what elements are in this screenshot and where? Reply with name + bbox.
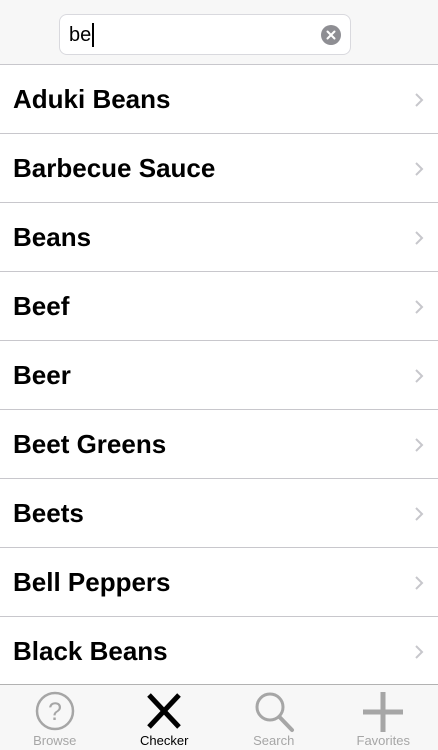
list-item-label: Beans — [13, 222, 92, 252]
chevron-right-icon — [414, 575, 424, 591]
list-item[interactable]: Bell Peppers — [0, 548, 438, 617]
list-item-label: Black Beans — [13, 636, 168, 666]
list-item-label: Beef — [13, 291, 70, 321]
chevron-right-icon — [414, 161, 424, 177]
list-item-label: Beer — [13, 360, 71, 390]
magnifier-icon — [252, 690, 296, 734]
tab-browse[interactable]: ? Browse — [0, 685, 110, 750]
tab-label: Checker — [140, 733, 189, 748]
results-list: Aduki Beans Barbecue Sauce Beans Beef Be… — [0, 65, 438, 686]
list-item[interactable]: Beet Greens — [0, 410, 438, 479]
search-query-text: be — [69, 24, 92, 46]
chevron-right-icon — [414, 299, 424, 315]
list-item[interactable]: Black Beans — [0, 617, 438, 686]
search-input[interactable]: be — [69, 23, 95, 47]
list-item[interactable]: Barbecue Sauce — [0, 134, 438, 203]
list-item[interactable]: Beans — [0, 203, 438, 272]
chevron-right-icon — [414, 92, 424, 108]
list-item-label: Bell Peppers — [13, 567, 171, 597]
x-mark-icon — [142, 690, 186, 734]
list-item[interactable]: Beef — [0, 272, 438, 341]
list-item-label: Barbecue Sauce — [13, 153, 216, 183]
tab-label: Browse — [33, 733, 77, 748]
tab-label: Search — [253, 733, 295, 748]
tab-bar: ? Browse Checker Search Favorites — [0, 684, 438, 750]
list-item[interactable]: Aduki Beans — [0, 65, 438, 134]
list-item[interactable]: Beer — [0, 341, 438, 410]
chevron-right-icon — [414, 368, 424, 384]
list-item-label: Beet Greens — [13, 429, 167, 459]
list-item-label: Aduki Beans — [13, 84, 171, 114]
text-caret — [92, 23, 95, 47]
clear-search-icon[interactable] — [321, 25, 341, 45]
plus-icon — [361, 690, 405, 734]
tab-checker[interactable]: Checker — [110, 685, 220, 750]
chevron-right-icon — [414, 506, 424, 522]
list-item[interactable]: Beets — [0, 479, 438, 548]
search-field[interactable]: be — [59, 14, 351, 55]
question-circle-icon: ? — [33, 690, 77, 734]
search-bar: be — [0, 0, 438, 65]
svg-text:?: ? — [48, 698, 62, 726]
tab-label: Favorites — [356, 733, 410, 748]
chevron-right-icon — [414, 644, 424, 660]
tab-favorites[interactable]: Favorites — [329, 685, 438, 750]
chevron-right-icon — [414, 230, 424, 246]
chevron-right-icon — [414, 437, 424, 453]
list-item-label: Beets — [13, 498, 84, 528]
tab-search[interactable]: Search — [219, 685, 329, 750]
